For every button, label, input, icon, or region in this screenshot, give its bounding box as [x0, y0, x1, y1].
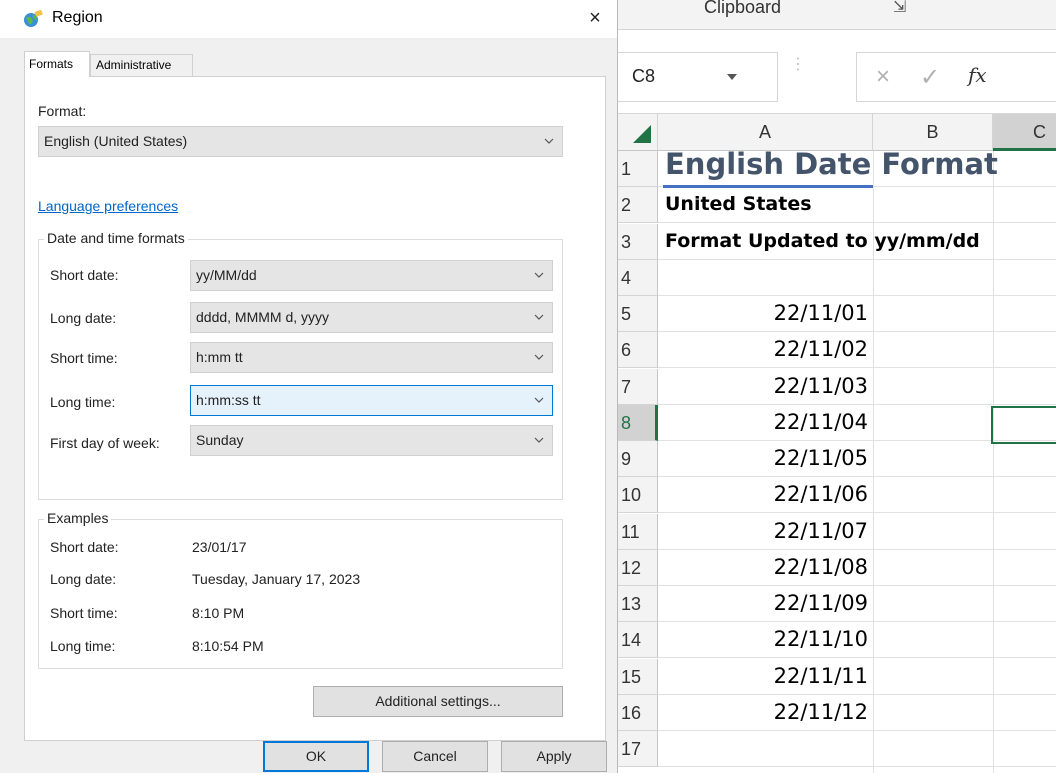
example-short-date-label: Short date:	[50, 539, 119, 555]
date-time-formats-title: Date and time formats	[44, 230, 188, 246]
row-header-16[interactable]: 16	[618, 695, 658, 731]
globe-icon	[24, 9, 43, 27]
example-long-date-label: Long date:	[50, 571, 117, 587]
cell-a16[interactable]: 22/11/12	[658, 700, 868, 724]
example-long-date-value: Tuesday, January 17, 2023	[192, 571, 361, 587]
row-header-7[interactable]: 7	[618, 369, 658, 405]
row-header-4[interactable]: 4	[618, 260, 658, 296]
row-header-13[interactable]: 13	[618, 586, 658, 622]
table-row	[658, 731, 1056, 767]
dialog-launcher-icon[interactable]: ⇲	[893, 0, 906, 17]
chevron-down-icon	[534, 314, 544, 320]
apply-button[interactable]: Apply	[501, 741, 607, 772]
select-all-corner[interactable]	[618, 114, 658, 151]
example-long-time-value: 8:10:54 PM	[192, 638, 264, 654]
short-time-value: h:mm tt	[196, 349, 243, 365]
short-time-label: Short time:	[50, 350, 118, 366]
row-header-11[interactable]: 11	[618, 514, 658, 550]
title-bar: Region ×	[0, 0, 617, 38]
cell-a13[interactable]: 22/11/09	[658, 591, 868, 615]
format-dropdown-value: English (United States)	[44, 133, 188, 149]
row-header-1[interactable]: 1	[618, 151, 658, 187]
excel-window: Clipboard ⇲ C8 ⋮ × ✓ fx A B C 1 English D…	[618, 0, 1056, 773]
chevron-down-icon	[534, 354, 544, 360]
insert-function-icon[interactable]: fx	[968, 63, 987, 87]
cancel-button[interactable]: Cancel	[382, 741, 488, 772]
tab-formats[interactable]: Formats	[24, 51, 90, 77]
additional-settings-button[interactable]: Additional settings...	[313, 686, 563, 717]
row-header-10[interactable]: 10	[618, 477, 658, 513]
row-header-8[interactable]: 8	[618, 405, 658, 441]
row-header-14[interactable]: 14	[618, 622, 658, 658]
short-date-dropdown[interactable]: yy/MM/dd	[190, 260, 553, 291]
examples-title: Examples	[44, 510, 112, 526]
column-header-c[interactable]: C	[993, 114, 1056, 151]
cell-a15[interactable]: 22/11/11	[658, 664, 868, 688]
tab-administrative[interactable]: Administrative	[90, 54, 193, 76]
worksheet-grid: A B C 1 English Date Format 2 United States…	[618, 114, 1056, 773]
table-row	[658, 260, 1056, 296]
chevron-down-icon	[534, 437, 544, 443]
language-preferences-link[interactable]: Language preferences	[38, 198, 178, 214]
ribbon: Clipboard ⇲	[618, 0, 1056, 30]
dialog-title: Region	[52, 9, 103, 26]
cell-a5[interactable]: 22/11/01	[658, 301, 868, 325]
cell-a3[interactable]: Format Updated to yy/mm/dd	[665, 230, 980, 252]
example-long-time-label: Long time:	[50, 638, 116, 654]
close-button[interactable]: ×	[582, 6, 608, 32]
first-day-of-week-dropdown[interactable]: Sunday	[190, 425, 553, 456]
region-dialog: Region × Formats Administrative Format: …	[0, 0, 618, 773]
long-date-dropdown[interactable]: dddd, MMMM d, yyyy	[190, 302, 553, 333]
row-header-6[interactable]: 6	[618, 332, 658, 368]
column-header-a[interactable]: A	[658, 114, 873, 151]
long-time-dropdown[interactable]: h:mm:ss tt	[190, 385, 553, 416]
chevron-down-icon	[534, 272, 544, 278]
cell-a12[interactable]: 22/11/08	[658, 555, 868, 579]
cell-a9[interactable]: 22/11/05	[658, 446, 868, 470]
enter-icon[interactable]: ✓	[920, 63, 940, 92]
example-short-time-label: Short time:	[50, 605, 118, 621]
row-header-17[interactable]: 17	[618, 731, 658, 767]
cell-a10[interactable]: 22/11/06	[658, 482, 868, 506]
example-short-time-value: 8:10 PM	[192, 605, 245, 621]
long-time-value: h:mm:ss tt	[196, 392, 261, 408]
cell-a7[interactable]: 22/11/03	[658, 374, 868, 398]
row-header-15[interactable]: 15	[618, 659, 658, 695]
name-box[interactable]: C8	[618, 52, 778, 102]
ok-button[interactable]: OK	[263, 741, 369, 772]
short-time-dropdown[interactable]: h:mm tt	[190, 342, 553, 373]
name-box-value: C8	[632, 66, 656, 86]
select-all-icon	[633, 125, 651, 143]
cell-a6[interactable]: 22/11/02	[658, 337, 868, 361]
example-short-date-value: 23/01/17	[192, 539, 247, 555]
formula-bar-grip-icon[interactable]: ⋮	[790, 57, 806, 73]
dropdown-arrow-icon[interactable]	[726, 73, 738, 81]
short-date-value: yy/MM/dd	[196, 267, 257, 283]
short-date-label: Short date:	[50, 267, 119, 283]
row-header-9[interactable]: 9	[618, 441, 658, 477]
first-day-of-week-value: Sunday	[196, 432, 244, 448]
chevron-down-icon	[544, 138, 554, 144]
long-time-label: Long time:	[50, 394, 116, 410]
ribbon-group-clipboard: Clipboard	[704, 0, 782, 17]
selected-cell-c8[interactable]	[991, 406, 1056, 444]
cell-a14[interactable]: 22/11/10	[658, 627, 868, 651]
cell-a2[interactable]: United States	[665, 193, 812, 215]
cell-a1[interactable]: English Date Format	[665, 147, 998, 181]
cell-a8[interactable]: 22/11/04	[658, 410, 868, 434]
cancel-icon[interactable]: ×	[876, 63, 890, 91]
first-day-of-week-label: First day of week:	[50, 435, 160, 451]
long-date-label: Long date:	[50, 310, 117, 326]
cell-a11[interactable]: 22/11/07	[658, 519, 868, 543]
format-dropdown[interactable]: English (United States)	[38, 126, 563, 157]
chevron-down-icon	[534, 397, 544, 403]
row-header-2[interactable]: 2	[618, 187, 658, 223]
row-header-12[interactable]: 12	[618, 550, 658, 586]
column-header-b[interactable]: B	[873, 114, 993, 151]
row-header-3[interactable]: 3	[618, 224, 658, 260]
formula-bar: C8 ⋮ × ✓ fx	[618, 30, 1056, 114]
row-header-5[interactable]: 5	[618, 296, 658, 332]
format-label: Format:	[38, 103, 87, 119]
long-date-value: dddd, MMMM d, yyyy	[196, 309, 330, 325]
